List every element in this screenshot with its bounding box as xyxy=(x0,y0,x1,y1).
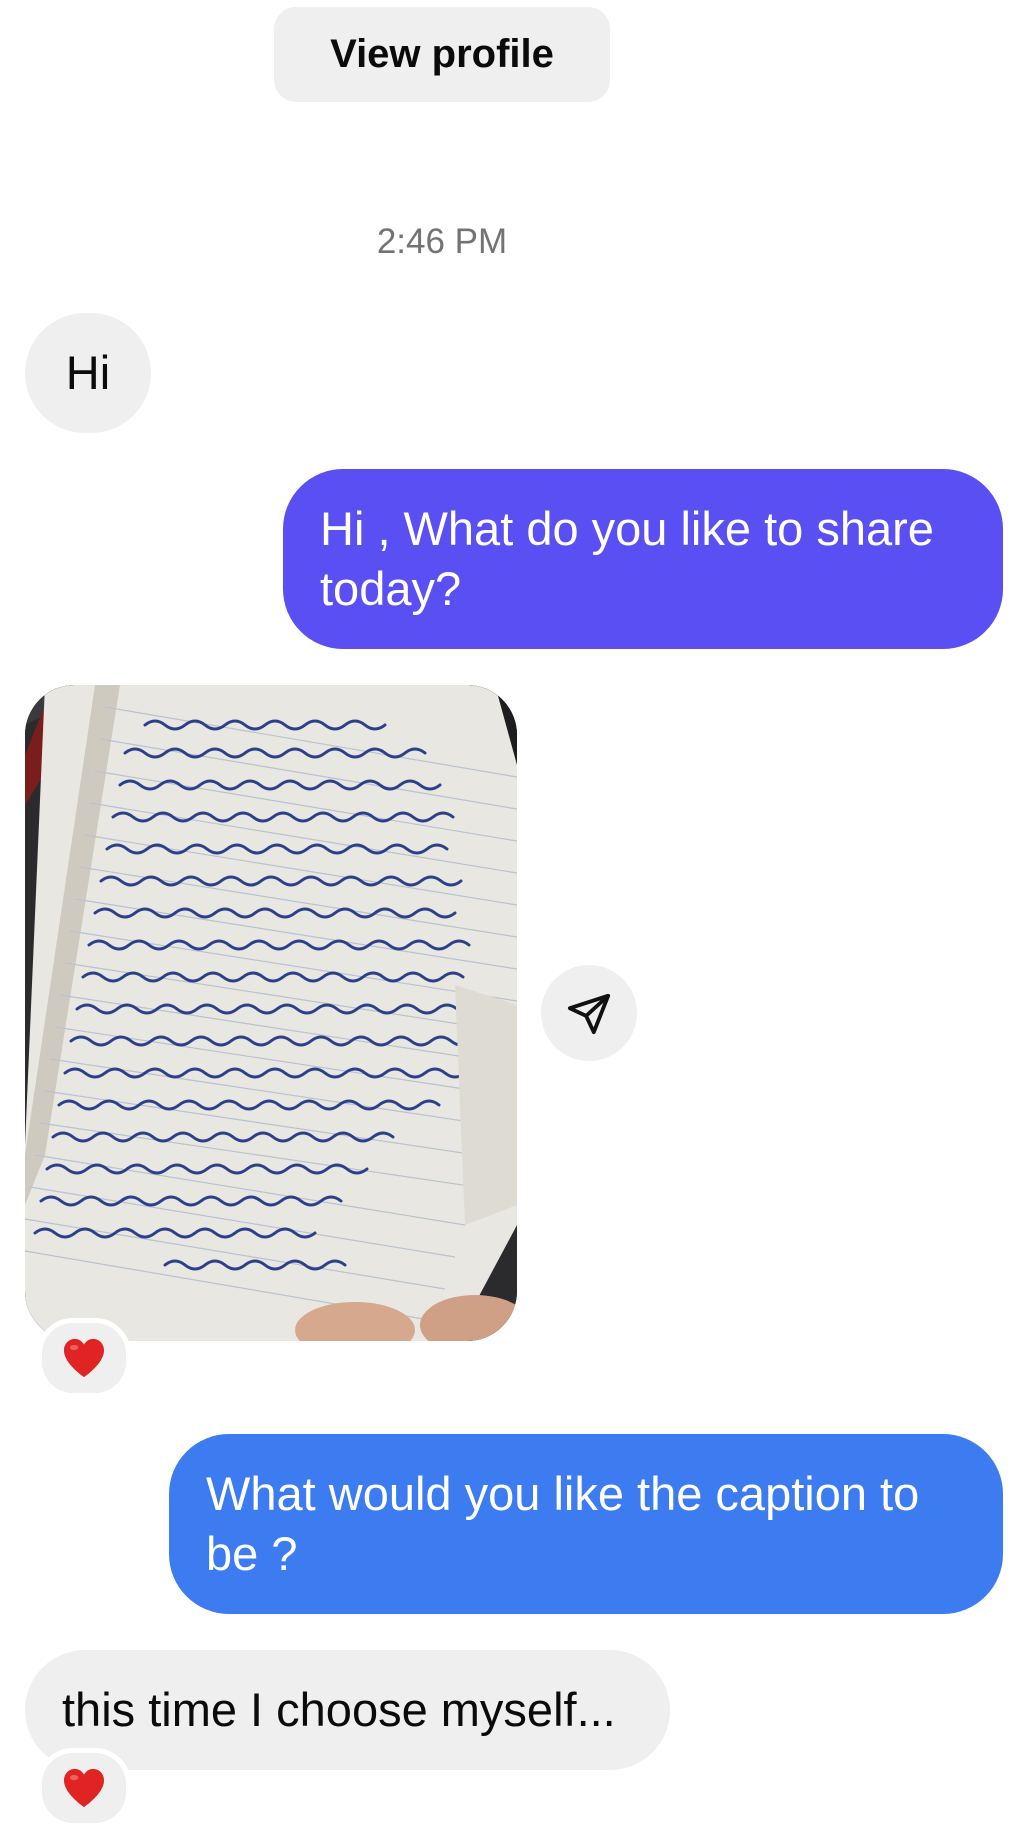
reaction-badge[interactable] xyxy=(37,1748,131,1828)
notebook-photo xyxy=(25,685,517,1341)
outgoing-message-bubble[interactable]: What would you like the caption to be ? xyxy=(169,1434,1003,1614)
message-text: What would you like the caption to be ? xyxy=(206,1467,920,1580)
share-photo-button[interactable] xyxy=(541,965,637,1061)
red-heart-icon xyxy=(63,1768,105,1808)
incoming-message-bubble[interactable]: this time I choose myself... xyxy=(25,1650,670,1770)
outgoing-message-bubble[interactable]: Hi , What do you like to share today? xyxy=(283,469,1003,649)
message-text: Hi xyxy=(65,346,111,399)
reaction-badge[interactable] xyxy=(37,1318,131,1398)
view-profile-button[interactable]: View profile xyxy=(274,7,610,102)
message-timestamp: 2:46 PM xyxy=(376,222,508,261)
paper-plane-icon xyxy=(567,993,611,1035)
incoming-message-bubble[interactable]: Hi xyxy=(25,313,151,433)
message-text: Hi , What do you like to share today? xyxy=(320,502,934,615)
message-text: this time I choose myself... xyxy=(62,1683,616,1736)
red-heart-icon xyxy=(63,1338,105,1378)
photo-message[interactable] xyxy=(25,685,517,1341)
